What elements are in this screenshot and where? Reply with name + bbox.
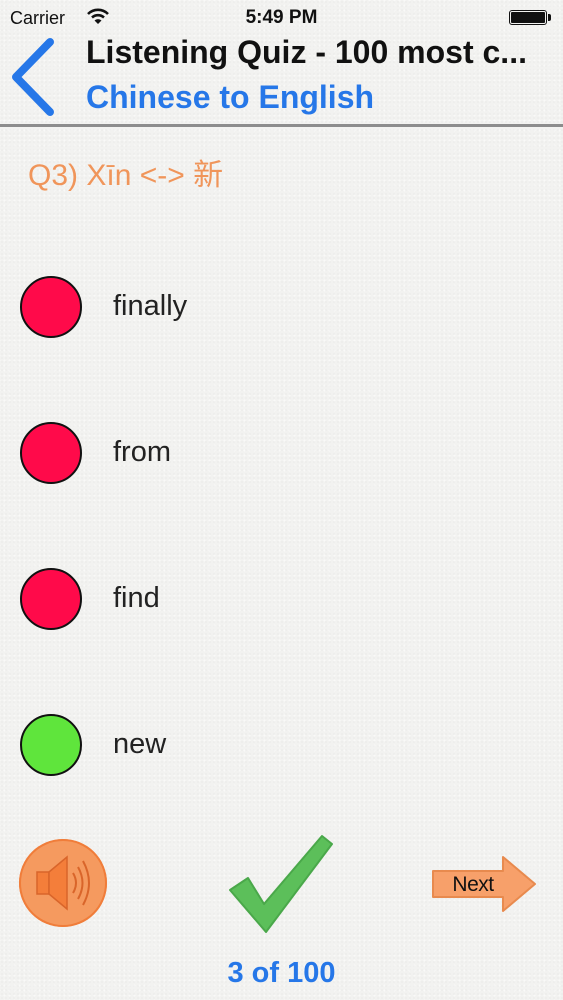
next-label: Next [452, 873, 494, 896]
answer-indicator-4 [20, 714, 82, 776]
answer-option-4[interactable]: new [20, 714, 320, 782]
answer-label-2: from [113, 436, 171, 468]
answer-indicator-1 [20, 276, 82, 338]
answer-option-2[interactable]: from [20, 422, 320, 490]
chevron-left-icon [12, 38, 54, 116]
navigation-bar: Listening Quiz - 100 most c... Chinese t… [0, 28, 563, 124]
answer-indicator-3 [20, 568, 82, 630]
answer-label-3: find [113, 582, 160, 614]
answer-indicator-2 [20, 422, 82, 484]
checkmark-icon [229, 835, 333, 933]
answer-option-1[interactable]: finally [20, 276, 320, 344]
clock: 5:49 PM [245, 7, 318, 28]
next-button[interactable]: Next [431, 855, 537, 913]
question-text: Q3) Xīn <-> 新 [28, 159, 224, 192]
page-subtitle: Chinese to English [86, 79, 375, 115]
battery-icon [509, 10, 551, 26]
answer-option-3[interactable]: find [20, 568, 320, 636]
speaker-icon [36, 855, 90, 911]
back-button[interactable] [8, 36, 66, 118]
play-audio-button[interactable] [19, 839, 107, 927]
nav-divider [0, 124, 563, 127]
progress-counter: 3 of 100 [227, 957, 336, 989]
page-title: Listening Quiz - 100 most c... [86, 34, 527, 70]
answer-label-1: finally [113, 290, 188, 322]
answer-label-4: new [113, 728, 167, 760]
